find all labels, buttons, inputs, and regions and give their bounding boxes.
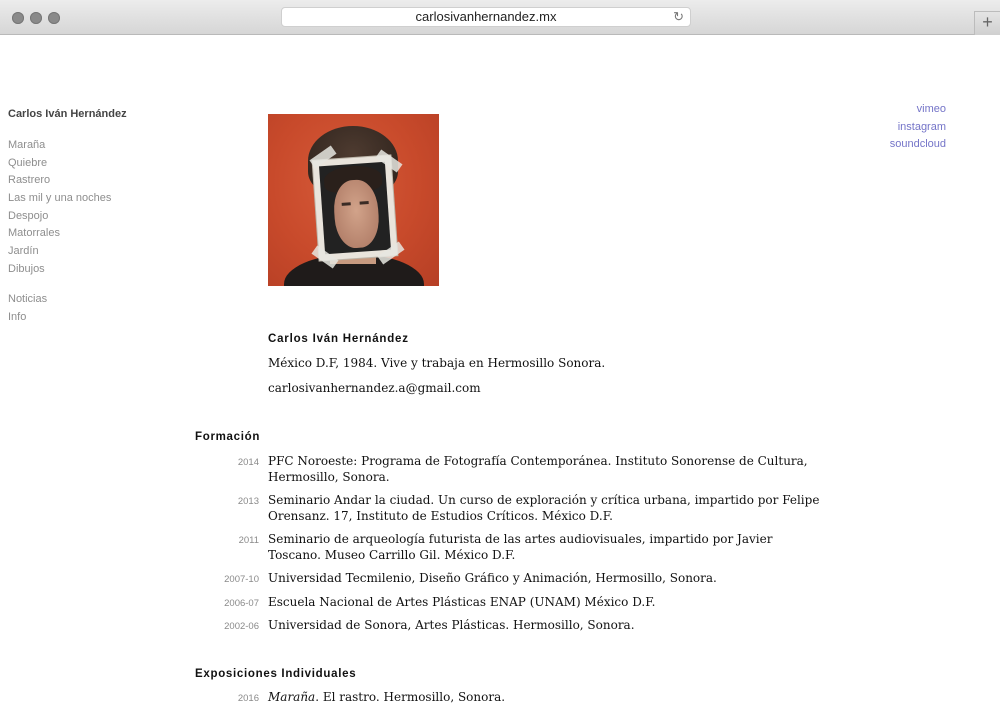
formacion-list: 2014 PFC Noroeste: Programa de Fotografí… — [195, 454, 835, 642]
artist-intro: Carlos Iván Hernández México D.F, 1984. … — [268, 333, 828, 406]
formacion-entry: 2013 Seminario Andar la ciudad. Un curso… — [195, 493, 835, 524]
entry-text: Universidad de Sonora, Artes Plásticas. … — [268, 618, 635, 632]
secondary-nav: Noticias Info — [8, 291, 47, 326]
entry-year: 2011 — [238, 535, 259, 546]
entry-year: 2016 — [237, 693, 259, 704]
entry-text: Maraña. El rastro. Hermosillo, Sonora. — [268, 690, 835, 706]
entry-year: 2002-06 — [224, 621, 259, 632]
browser-toolbar: carlosivanhernandez.mx ↻ + — [0, 0, 1000, 35]
entry-text: Seminario Andar la ciudad. Un curso de e… — [268, 493, 820, 523]
entry-year: 2014 — [237, 457, 259, 468]
nav-item-quiebre[interactable]: Quiebre — [8, 155, 111, 173]
zoom-window-icon[interactable] — [48, 12, 60, 24]
formacion-entry: 2006-07 Escuela Nacional de Artes Plásti… — [195, 595, 835, 611]
artist-portrait-image — [268, 114, 439, 286]
entry-text: Seminario de arqueología futurista de la… — [268, 532, 773, 562]
exposiciones-heading: Exposiciones Individuales — [195, 668, 357, 680]
entry-year: 2007-10 — [224, 574, 259, 585]
reload-icon[interactable]: ↻ — [673, 8, 684, 26]
minimize-window-icon[interactable] — [30, 12, 42, 24]
nav-item-jardin[interactable]: Jardín — [8, 243, 111, 261]
entry-year: 2013 — [237, 496, 259, 507]
site-name-link[interactable]: Carlos Iván Hernández — [8, 108, 127, 120]
nav-item-matorrales[interactable]: Matorrales — [8, 225, 111, 243]
nav-item-dibujos[interactable]: Dibujos — [8, 261, 111, 279]
projects-nav: Maraña Quiebre Rastrero Las mil y una no… — [8, 137, 111, 279]
nav-item-despojo[interactable]: Despojo — [8, 208, 111, 226]
formacion-entry: 2011 Seminario de arqueología futurista … — [195, 532, 835, 563]
formacion-entry: 2014 PFC Noroeste: Programa de Fotografí… — [195, 454, 835, 485]
formacion-heading: Formación — [195, 431, 261, 443]
new-tab-button[interactable]: + — [974, 11, 1000, 35]
exhibition-title: Maraña — [268, 690, 316, 704]
exposicion-entry: 2016 Maraña. El rastro. Hermosillo, Sono… — [195, 690, 835, 706]
address-bar[interactable]: carlosivanhernandez.mx ↻ — [281, 7, 691, 27]
soundcloud-link[interactable]: soundcloud — [890, 136, 946, 154]
nav-item-rastrero[interactable]: Rastrero — [8, 172, 111, 190]
entry-text: Universidad Tecmilenio, Diseño Gráfico y… — [268, 571, 717, 585]
vimeo-link[interactable]: vimeo — [890, 101, 946, 119]
nav-item-marana[interactable]: Maraña — [8, 137, 111, 155]
address-bar-url: carlosivanhernandez.mx — [415, 9, 557, 24]
artist-bio: México D.F, 1984. Vive y trabaja en Herm… — [268, 356, 606, 370]
entry-year: 2006-07 — [224, 597, 259, 609]
artist-email[interactable]: carlosivanhernandez.a@gmail.com — [268, 381, 828, 395]
close-window-icon[interactable] — [12, 12, 24, 24]
instagram-link[interactable]: instagram — [890, 119, 946, 137]
nav-item-las-mil-y-una-noches[interactable]: Las mil y una noches — [8, 190, 111, 208]
entry-text: Escuela Nacional de Artes Plásticas ENAP… — [268, 594, 656, 609]
artist-name: Carlos Iván Hernández — [268, 333, 409, 345]
nav-item-noticias[interactable]: Noticias — [8, 291, 47, 309]
formacion-entry: 2002-06 Universidad de Sonora, Artes Plá… — [195, 618, 835, 634]
social-links: vimeo instagram soundcloud — [890, 101, 946, 154]
entry-text: PFC Noroeste: Programa de Fotografía Con… — [268, 454, 808, 484]
formacion-entry: 2007-10 Universidad Tecmilenio, Diseño G… — [195, 571, 835, 587]
exhibition-details: . El rastro. Hermosillo, Sonora. — [315, 690, 506, 704]
nav-item-info[interactable]: Info — [8, 309, 47, 327]
